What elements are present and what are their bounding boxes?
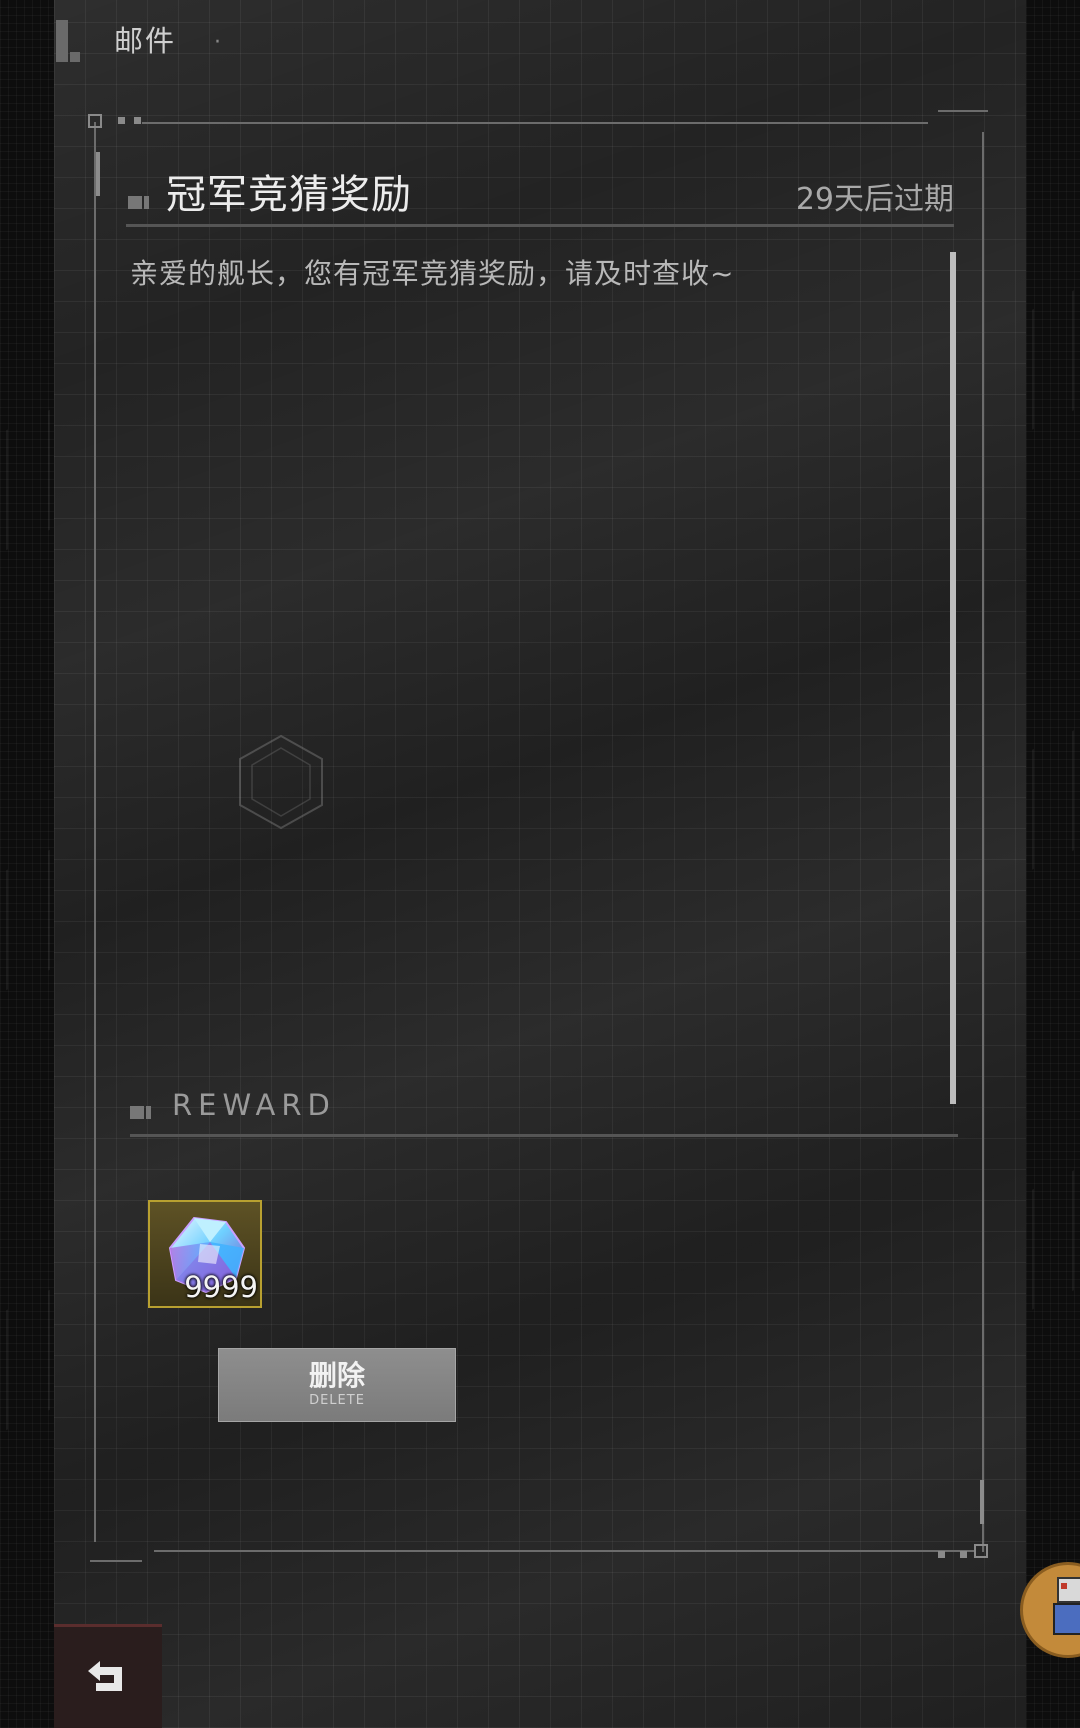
frame-dot	[134, 117, 141, 124]
mail-expiry: 29天后过期	[795, 182, 954, 217]
delete-button-label: 删除	[308, 1359, 365, 1392]
frame-right-line	[982, 132, 984, 1552]
delete-button[interactable]: 删除 DELETE	[218, 1348, 456, 1422]
frame-left-line	[94, 122, 96, 1542]
frame-bottom-line	[154, 1550, 974, 1552]
frame-corner-bottom-right	[974, 1544, 988, 1558]
reward-accent-mark	[146, 1106, 151, 1119]
header-divider	[126, 224, 954, 227]
mail-body-scrollbar[interactable]	[950, 252, 956, 1104]
reward-accent-mark	[130, 1106, 144, 1119]
subject-accent-mark	[128, 196, 142, 209]
subject-accent-mark	[144, 196, 149, 209]
frame-dot	[938, 1551, 945, 1558]
frame-dot	[960, 1551, 967, 1558]
left-decor-strip	[0, 0, 56, 1728]
reward-item-count: 9999	[184, 1270, 258, 1304]
right-decor-strip	[1026, 0, 1080, 1728]
frame-top-right-line	[938, 110, 988, 112]
frame-top-line	[142, 122, 928, 124]
reward-item-crystal[interactable]: 9999	[148, 1200, 262, 1308]
frame-dot	[118, 117, 125, 124]
hexagon-watermark-icon	[239, 734, 323, 830]
return-arrow-icon	[88, 1661, 122, 1691]
back-button[interactable]	[54, 1624, 162, 1728]
reward-divider	[130, 1134, 958, 1137]
mail-subject: 冠军竞猜奖励	[166, 172, 412, 218]
title-accent-mark	[56, 20, 68, 62]
mail-body: 亲爱的舰长，您有冠军竞猜奖励，请及时查收~	[130, 257, 735, 290]
delete-button-sublabel: DELETE	[309, 1393, 365, 1408]
frame-bottom-left-line	[90, 1560, 142, 1562]
page-title: 邮件	[114, 24, 177, 58]
frame-right-accent	[980, 1480, 984, 1524]
title-separator: ·	[214, 30, 221, 55]
frame-left-accent	[96, 152, 100, 196]
title-accent-dot	[70, 52, 80, 62]
frame-corner-top-left	[88, 114, 102, 128]
reward-section-label: REWARD	[172, 1088, 336, 1122]
